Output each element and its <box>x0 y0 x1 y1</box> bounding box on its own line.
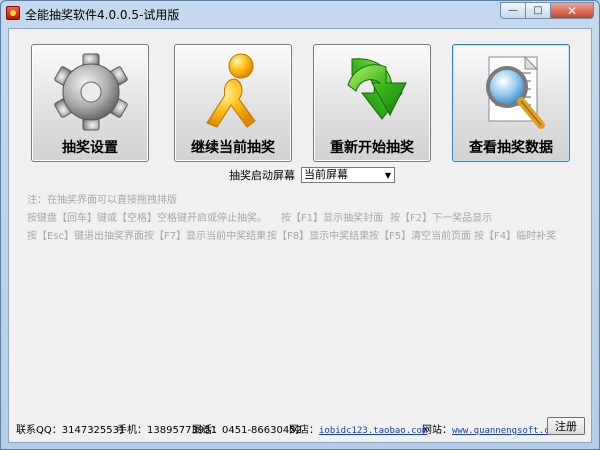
hint-f7: 按【F7】显示当前中奖结果 <box>144 231 267 242</box>
launch-screen-select[interactable]: 当前屏幕 ▼ <box>301 167 395 183</box>
maximize-button[interactable]: □ <box>526 2 551 19</box>
view-lottery-data-button[interactable]: 查看抽奖数据 <box>452 44 570 162</box>
close-button[interactable]: ✕ <box>551 2 594 19</box>
restart-lottery-button[interactable]: 重新开始抽奖 <box>313 44 431 162</box>
window-title: 全能抽奖软件4.0.0.5-试用版 <box>25 8 180 22</box>
minimize-button[interactable]: — <box>500 2 526 19</box>
register-button[interactable]: 注册 <box>547 417 585 435</box>
magnifier-document-icon <box>486 55 545 129</box>
view-lottery-data-label: 查看抽奖数据 <box>469 140 553 156</box>
continue-lottery-button[interactable]: 继续当前抽奖 <box>174 44 292 162</box>
app-window: 全能抽奖软件4.0.0.5-试用版 — □ ✕ 抽奖设置 继续当前抽奖 重新开始… <box>0 0 600 450</box>
title-bar[interactable]: 全能抽奖软件4.0.0.5-试用版 — □ ✕ <box>1 1 599 27</box>
hint-f5: 按【F5】清空当前页面 <box>369 231 472 242</box>
chevron-down-icon: ▼ <box>384 171 391 180</box>
hint-f1: 按【F1】显示抽奖封面 <box>281 213 384 224</box>
contact-site: 网站：www.quannengsoft.cn <box>422 421 555 436</box>
restart-lottery-label: 重新开始抽奖 <box>330 140 414 156</box>
continue-lottery-label: 继续当前抽奖 <box>191 140 275 156</box>
site-label: 网站： <box>422 425 452 436</box>
hint-f2: 按【F2】下一奖品显示 <box>390 213 493 224</box>
app-icon <box>6 6 20 20</box>
lottery-settings-label: 抽奖设置 <box>62 140 118 156</box>
shop-link[interactable]: iobidc123.taobao.com <box>319 426 427 436</box>
qq-value: 3147325531 <box>61 425 126 436</box>
hint-f8: 按【F8】显示中奖结果 <box>267 231 370 242</box>
launch-screen-row: 抽奖启动屏幕 当前屏幕 ▼ <box>229 167 395 183</box>
qq-label: 联系QQ： <box>16 425 62 436</box>
tel-label: 固话： <box>192 425 222 436</box>
contact-tel: 固话：0451-86630452 <box>192 421 302 436</box>
site-link[interactable]: www.quannengsoft.cn <box>452 426 555 436</box>
gear-icon <box>54 53 128 131</box>
hint-f4: 按【F4】临时补奖 <box>474 231 557 242</box>
green-arrow-icon <box>347 58 407 120</box>
main-panel: 抽奖设置 继续当前抽奖 重新开始抽奖 查看抽奖数据 抽奖启动屏幕 当前屏幕 ▼ … <box>8 28 592 443</box>
lottery-settings-button[interactable]: 抽奖设置 <box>31 44 149 162</box>
contact-shop: 网店：iobidc123.taobao.com <box>289 421 427 436</box>
hint-drag-layout: 注：在抽奖界面可以直接拖拽排版 <box>27 195 177 206</box>
hint-enter-space: 按键盘【回车】键或【空格】空格键开启或停止抽奖。 <box>27 213 267 224</box>
phone-label: 手机： <box>117 425 147 436</box>
contact-qq: 联系QQ：3147325531 <box>16 421 125 436</box>
shop-label: 网店： <box>289 425 319 436</box>
window-controls: — □ ✕ <box>500 2 594 19</box>
launch-screen-value: 当前屏幕 <box>304 168 348 181</box>
running-person-icon <box>206 53 256 128</box>
launch-screen-label: 抽奖启动屏幕 <box>229 169 295 182</box>
hint-esc: 按【Esc】键退出抽奖界面 <box>27 231 145 242</box>
